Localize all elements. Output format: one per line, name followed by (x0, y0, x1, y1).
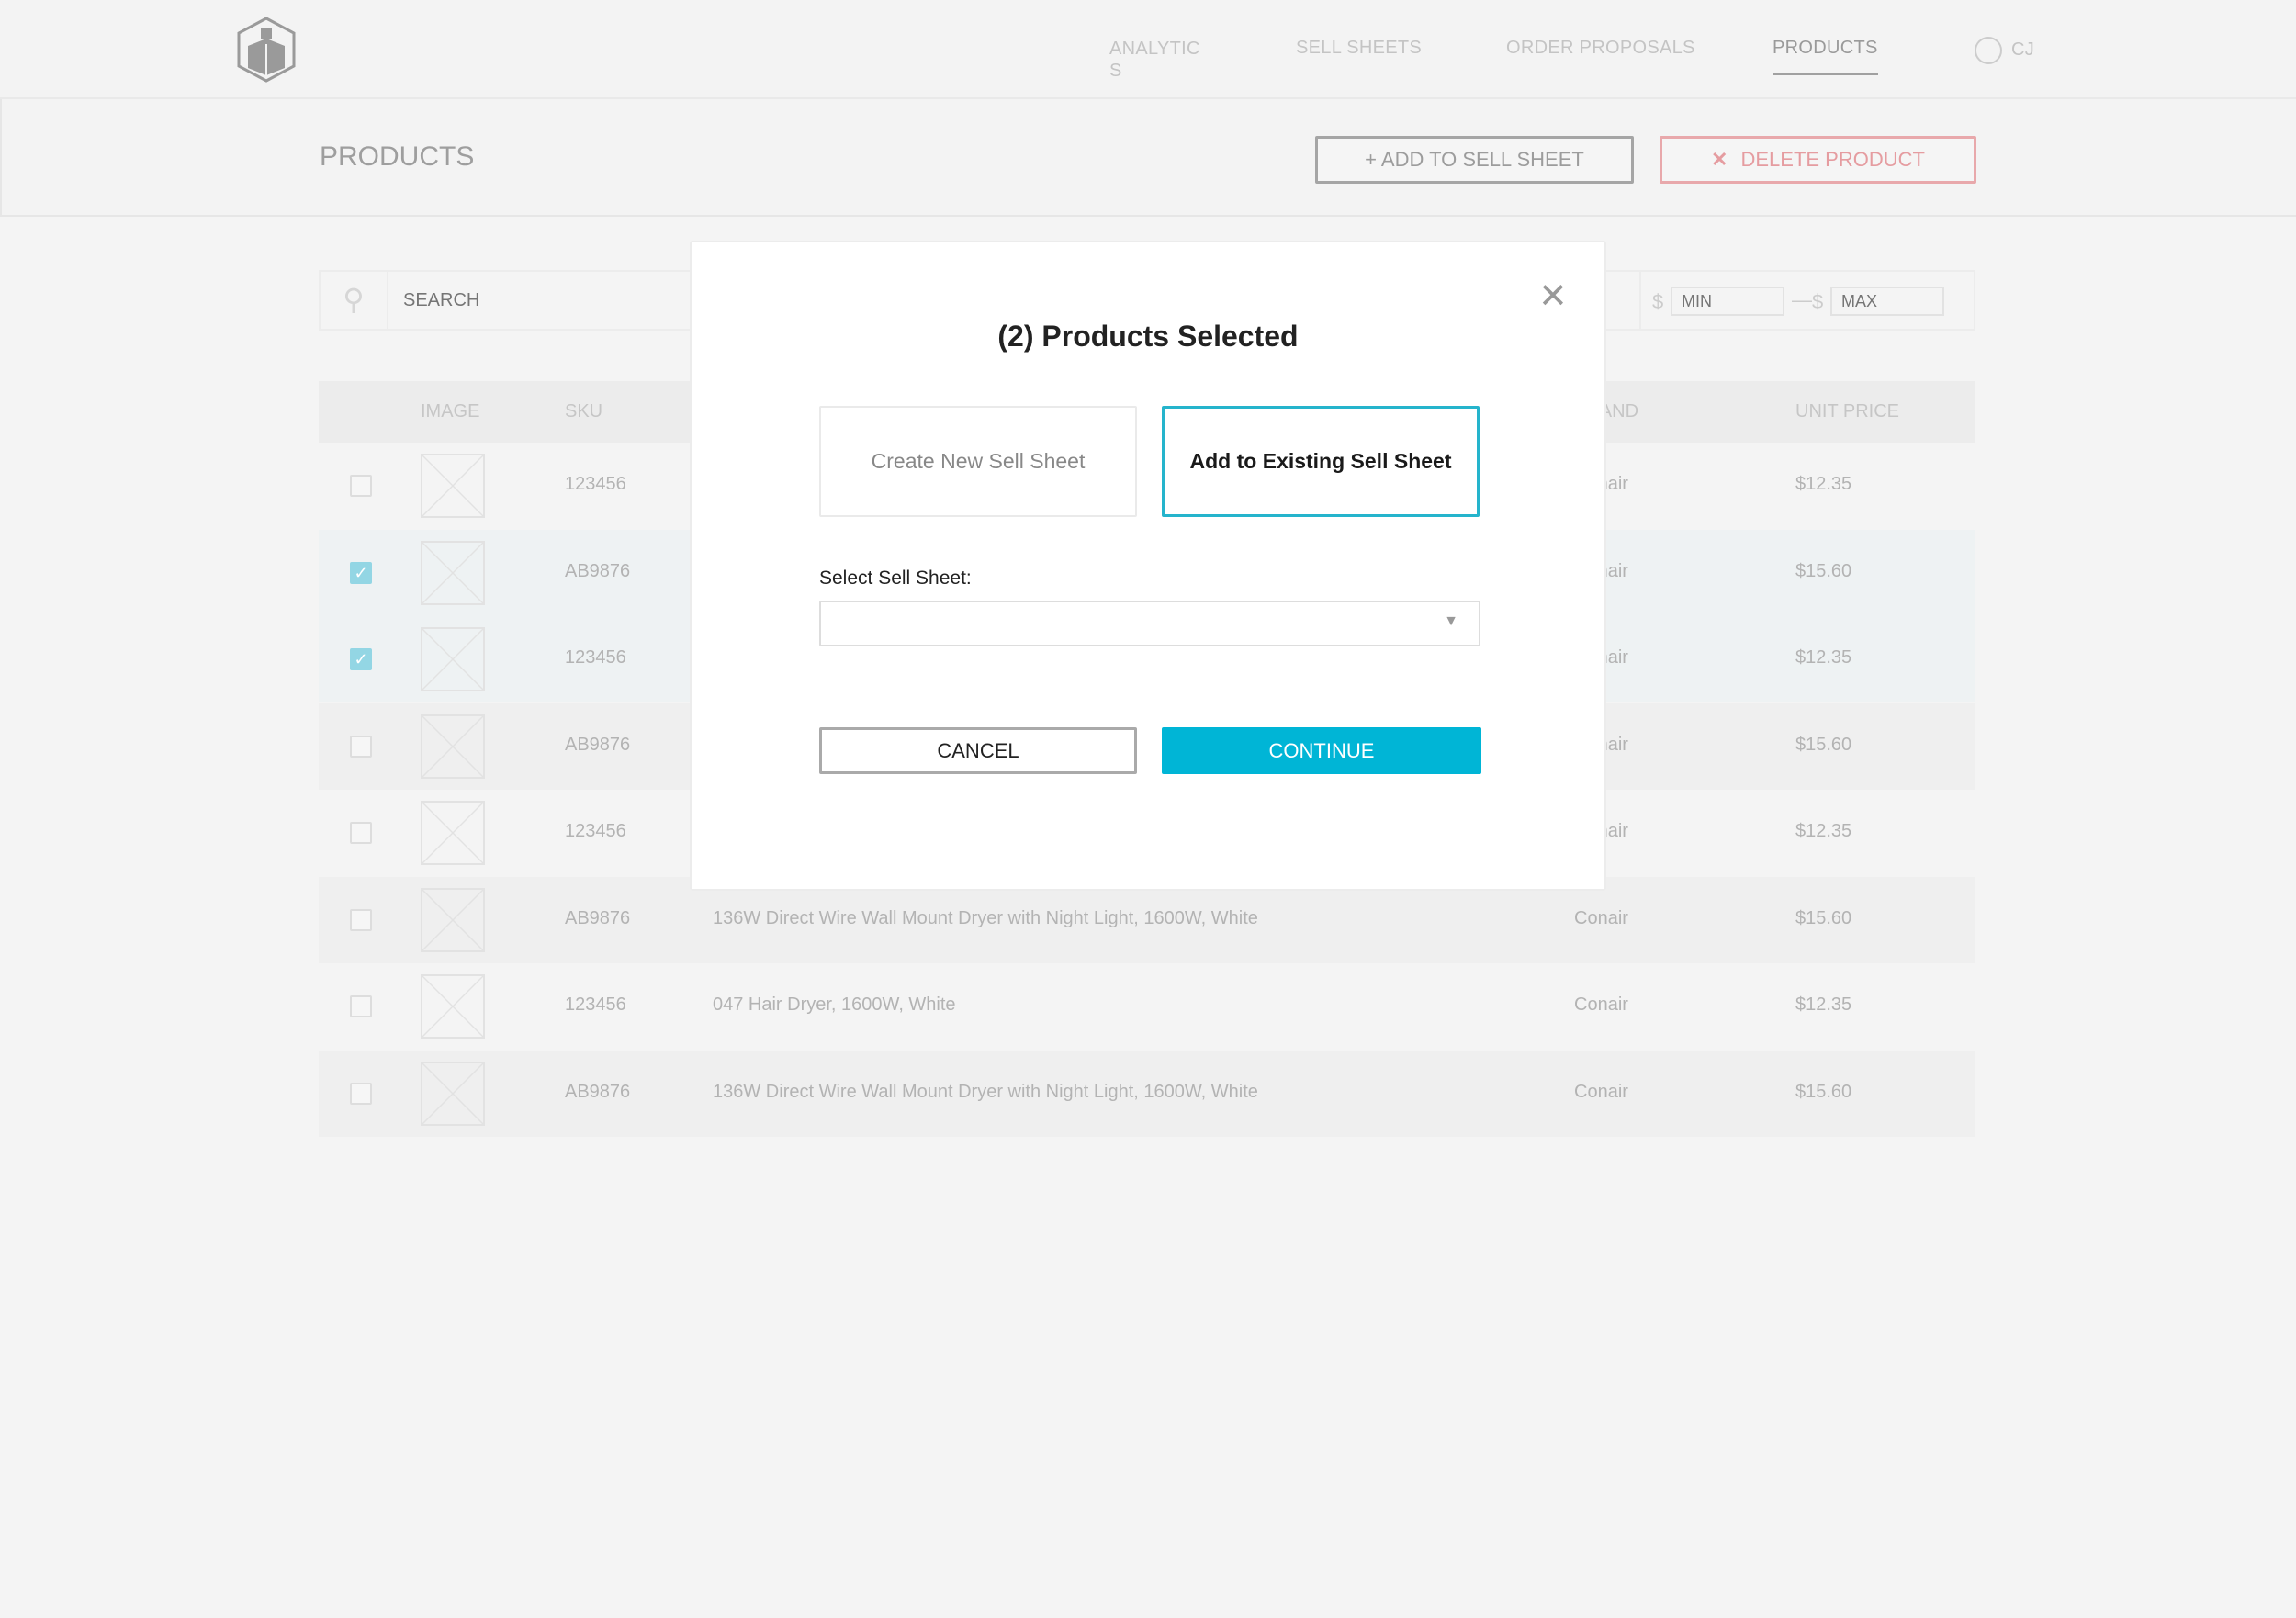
image-placeholder-icon (421, 974, 485, 1039)
search-icon: ⚲ (321, 272, 388, 329)
row-sku: AB9876 (565, 560, 631, 581)
min-price-input[interactable] (1671, 287, 1784, 316)
image-placeholder-icon (421, 801, 485, 865)
page-title: PRODUCTS (320, 141, 475, 172)
image-placeholder-icon (421, 713, 485, 779)
row-sku: AB9876 (565, 734, 631, 755)
row-brand: Conair (1574, 1081, 1628, 1102)
range-dash: — (1792, 288, 1812, 311)
row-description: 047 Hair Dryer, 1600W, White (713, 994, 956, 1015)
currency-symbol: $ (1652, 290, 1664, 313)
nav-sell-sheets[interactable]: SELL SHEETS (1296, 38, 1422, 59)
add-to-sell-sheet-modal: ✕ (2) Products Selected Create New Sell … (690, 241, 1606, 891)
row-sku: AB9876 (565, 907, 631, 928)
row-sku: 123456 (565, 821, 626, 841)
nav-order-proposals[interactable]: ORDER PROPOSALS (1506, 38, 1695, 59)
option-add-existing[interactable]: Add to Existing Sell Sheet (1162, 406, 1480, 517)
row-sku: AB9876 (565, 1081, 631, 1102)
row-price: $12.35 (1795, 821, 1852, 841)
nav-analytics[interactable]: ANALYTICS (1109, 38, 1205, 82)
cancel-button[interactable]: CANCEL (819, 727, 1137, 774)
column-image[interactable]: IMAGE (421, 401, 479, 422)
image-placeholder-icon (421, 1061, 485, 1126)
row-sku: 123456 (565, 474, 626, 494)
chevron-down-icon: ▼ (1444, 613, 1458, 629)
row-sku: 123456 (565, 647, 626, 668)
row-description: 136W Direct Wire Wall Mount Dryer with N… (713, 907, 1258, 928)
image-placeholder-icon (421, 454, 485, 518)
row-sku: 123456 (565, 994, 626, 1015)
row-checkbox[interactable]: ✓ (350, 561, 372, 584)
user-initials[interactable]: CJ (2011, 39, 2034, 61)
currency-symbol: $ (1812, 290, 1824, 313)
row-price: $12.35 (1795, 474, 1852, 494)
row-brand: Conair (1574, 994, 1628, 1015)
image-placeholder-icon (421, 627, 485, 691)
logo-icon[interactable] (235, 17, 298, 83)
row-price: $15.60 (1795, 560, 1852, 581)
delete-product-button[interactable]: ✕ DELETE PRODUCT (1660, 136, 1976, 184)
select-label: Select Sell Sheet: (819, 567, 972, 589)
user-icon[interactable] (1975, 37, 2002, 64)
row-brand: Conair (1574, 907, 1628, 928)
row-price: $15.60 (1795, 907, 1852, 928)
row-description: 136W Direct Wire Wall Mount Dryer with N… (713, 1081, 1258, 1102)
option-create-new[interactable]: Create New Sell Sheet (819, 406, 1137, 517)
nav-products[interactable]: PRODUCTS (1773, 38, 1878, 75)
image-placeholder-icon (421, 887, 485, 952)
x-icon: ✕ (1711, 148, 1728, 171)
top-nav-bar: ANALYTICS SELL SHEETS ORDER PROPOSALS PR… (0, 0, 2296, 99)
row-checkbox[interactable] (350, 995, 372, 1017)
sell-sheet-select[interactable]: ▼ (819, 601, 1480, 646)
max-price-input[interactable] (1830, 287, 1944, 316)
continue-button[interactable]: CONTINUE (1162, 727, 1481, 774)
row-price: $15.60 (1795, 734, 1852, 755)
row-checkbox[interactable] (350, 822, 372, 844)
row-checkbox[interactable] (350, 475, 372, 497)
column-sku[interactable]: SKU (565, 401, 602, 422)
column-unit-price[interactable]: UNIT PRICE (1795, 401, 1899, 422)
modal-title: (2) Products Selected (997, 320, 1299, 353)
row-checkbox[interactable] (350, 908, 372, 931)
row-checkbox[interactable] (350, 735, 372, 758)
row-price: $15.60 (1795, 1081, 1852, 1102)
add-to-sell-sheet-button[interactable]: + ADD TO SELL SHEET (1315, 136, 1634, 184)
table-row[interactable]: 123456 047 Hair Dryer, 1600W, White Cona… (319, 963, 1975, 1050)
row-checkbox[interactable] (350, 1082, 372, 1105)
page-header: PRODUCTS + ADD TO SELL SHEET ✕ DELETE PR… (0, 99, 2296, 217)
table-row[interactable]: AB9876 136W Direct Wire Wall Mount Dryer… (319, 1050, 1975, 1137)
image-placeholder-icon (421, 540, 485, 605)
close-icon[interactable]: ✕ (1538, 279, 1568, 314)
delete-product-label: DELETE PRODUCT (1740, 148, 1925, 171)
row-checkbox[interactable]: ✓ (350, 648, 372, 670)
row-price: $12.35 (1795, 994, 1852, 1015)
row-price: $12.35 (1795, 647, 1852, 668)
